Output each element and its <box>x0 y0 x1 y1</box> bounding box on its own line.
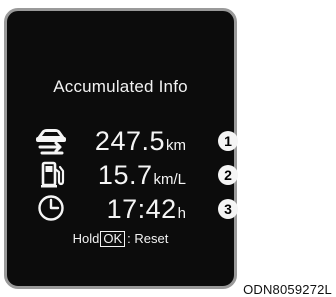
marker-2: 2 <box>218 165 238 185</box>
cluster-display: Accumulated Info 247.5km 1 15.7km/L 2 17… <box>4 8 238 289</box>
clock-icon <box>34 193 68 223</box>
drive-time-value: 17:42h <box>106 194 186 224</box>
drive-time-row: 17:42h 3 <box>7 191 238 225</box>
fuel-economy-row: 15.7km/L 2 <box>7 157 238 191</box>
figure-code: ODN8059272L <box>243 282 332 297</box>
fuel-economy-value: 15.7km/L <box>97 160 186 190</box>
distance-value: 247.5km <box>94 126 186 156</box>
screen-title: Accumulated Info <box>53 77 188 96</box>
marker-1: 1 <box>218 131 238 151</box>
marker-3: 3 <box>218 199 238 219</box>
reset-suffix: : Reset <box>127 231 169 246</box>
reset-hint: Hold OK: Reset <box>7 231 234 247</box>
ok-key-label: OK <box>100 231 126 247</box>
car-distance-icon <box>34 125 68 155</box>
reset-prefix: Hold <box>72 231 100 246</box>
distance-row: 247.5km 1 <box>7 123 238 157</box>
fuel-pump-icon <box>34 159 68 189</box>
